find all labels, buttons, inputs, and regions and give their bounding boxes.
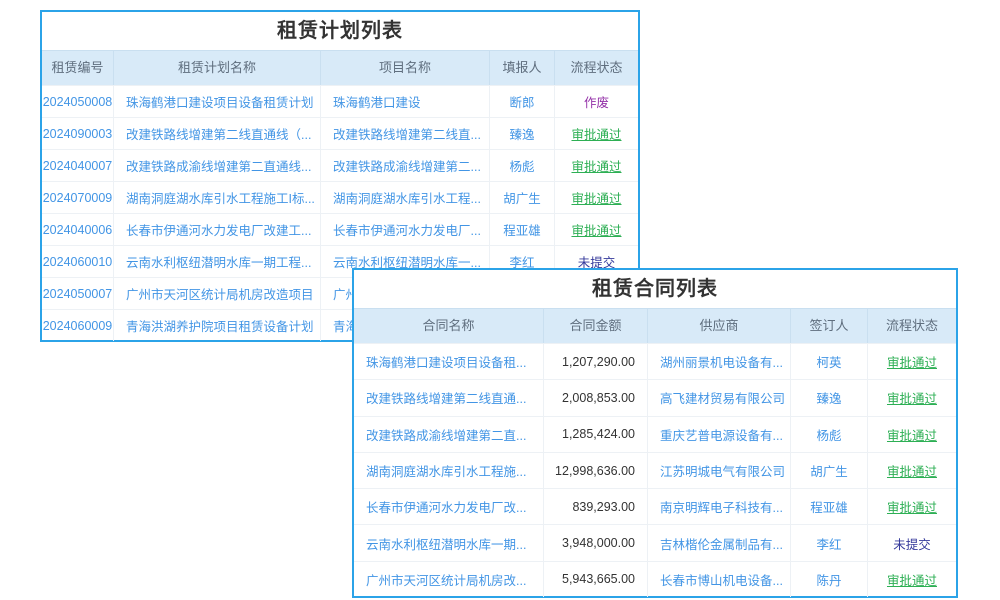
lease-id-link[interactable]: 2024050007 bbox=[42, 278, 114, 309]
contract-amount: 1,207,290.00 bbox=[544, 344, 648, 379]
contract-name-link[interactable]: 长春市伊通河水力发电厂改... bbox=[354, 489, 544, 524]
status-text[interactable]: 审批通过 bbox=[555, 118, 638, 149]
signer-name[interactable]: 陈丹 bbox=[791, 562, 868, 597]
contract-name-link[interactable]: 珠海鹤港口建设项目设备租... bbox=[354, 344, 544, 379]
lease-contract-table-body: 珠海鹤港口建设项目设备租...1,207,290.00湖州丽景机电设备有...柯… bbox=[354, 343, 956, 597]
column-header-plan-name: 租赁计划名称 bbox=[114, 51, 321, 85]
table-row: 长春市伊通河水力发电厂改...839,293.00南京明辉电子科技有...程亚雄… bbox=[354, 488, 956, 524]
lease-id-link[interactable]: 2024040006 bbox=[42, 214, 114, 245]
contract-name-link[interactable]: 改建铁路线增建第二线直通... bbox=[354, 380, 544, 415]
lease-id-link[interactable]: 2024070009 bbox=[42, 182, 114, 213]
reporter-name[interactable]: 臻逸 bbox=[490, 118, 555, 149]
page-background: 租赁计划列表 租赁编号 租赁计划名称 项目名称 填报人 流程状态 2024050… bbox=[0, 0, 1000, 600]
table-row: 广州市天河区统计局机房改...5,943,665.00长春市博山机电设备...陈… bbox=[354, 561, 956, 597]
status-text[interactable]: 作废 bbox=[555, 86, 638, 117]
lease-id-link[interactable]: 2024040007 bbox=[42, 150, 114, 181]
table-row: 珠海鹤港口建设项目设备租...1,207,290.00湖州丽景机电设备有...柯… bbox=[354, 343, 956, 379]
contract-amount: 2,008,853.00 bbox=[544, 380, 648, 415]
signer-name[interactable]: 柯英 bbox=[791, 344, 868, 379]
column-header-contract-amount: 合同金额 bbox=[544, 309, 648, 343]
contract-name-link[interactable]: 改建铁路成渝线增建第二直... bbox=[354, 417, 544, 452]
column-header-reporter: 填报人 bbox=[490, 51, 555, 85]
signer-name[interactable]: 臻逸 bbox=[791, 380, 868, 415]
contract-name-link[interactable]: 云南水利枢纽潜明水库一期... bbox=[354, 525, 544, 560]
plan-name-link[interactable]: 长春市伊通河水力发电厂改建工... bbox=[114, 214, 321, 245]
supplier-link[interactable]: 吉林楷伦金属制品有... bbox=[648, 525, 791, 560]
status-text[interactable]: 审批通过 bbox=[555, 150, 638, 181]
project-name-link[interactable]: 珠海鹤港口建设 bbox=[321, 86, 490, 117]
table-row: 2024040007改建铁路成渝线增建第二直通线...改建铁路成渝线增建第二..… bbox=[42, 149, 638, 181]
supplier-link[interactable]: 重庆艺普电源设备有... bbox=[648, 417, 791, 452]
plan-name-link[interactable]: 青海洪湖养护院项目租赁设备计划 bbox=[114, 310, 321, 341]
supplier-link[interactable]: 湖州丽景机电设备有... bbox=[648, 344, 791, 379]
plan-name-link[interactable]: 湖南洞庭湖水库引水工程施工I标... bbox=[114, 182, 321, 213]
lease-contract-panel-title: 租赁合同列表 bbox=[354, 270, 956, 308]
column-header-status: 流程状态 bbox=[555, 51, 638, 85]
lease-contract-table-header: 合同名称 合同金额 供应商 签订人 流程状态 bbox=[354, 308, 956, 343]
status-text[interactable]: 审批通过 bbox=[868, 380, 956, 415]
reporter-name[interactable]: 胡广生 bbox=[490, 182, 555, 213]
table-row: 2024090003改建铁路线增建第二线直通线（...改建铁路线增建第二线直..… bbox=[42, 117, 638, 149]
plan-name-link[interactable]: 云南水利枢纽潜明水库一期工程... bbox=[114, 246, 321, 277]
lease-id-link[interactable]: 2024050008 bbox=[42, 86, 114, 117]
signer-name[interactable]: 李红 bbox=[791, 525, 868, 560]
contract-name-link[interactable]: 湖南洞庭湖水库引水工程施... bbox=[354, 453, 544, 488]
supplier-link[interactable]: 江苏明城电气有限公司 bbox=[648, 453, 791, 488]
lease-id-link[interactable]: 2024060010 bbox=[42, 246, 114, 277]
status-text[interactable]: 审批通过 bbox=[555, 182, 638, 213]
contract-amount: 12,998,636.00 bbox=[544, 453, 648, 488]
column-header-lease-id: 租赁编号 bbox=[42, 51, 114, 85]
project-name-link[interactable]: 湖南洞庭湖水库引水工程... bbox=[321, 182, 490, 213]
lease-id-link[interactable]: 2024090003 bbox=[42, 118, 114, 149]
signer-name[interactable]: 程亚雄 bbox=[791, 489, 868, 524]
column-header-status: 流程状态 bbox=[868, 309, 956, 343]
status-text[interactable]: 审批通过 bbox=[555, 214, 638, 245]
table-row: 2024070009湖南洞庭湖水库引水工程施工I标...湖南洞庭湖水库引水工程.… bbox=[42, 181, 638, 213]
plan-name-link[interactable]: 改建铁路成渝线增建第二直通线... bbox=[114, 150, 321, 181]
project-name-link[interactable]: 改建铁路成渝线增建第二... bbox=[321, 150, 490, 181]
column-header-supplier: 供应商 bbox=[648, 309, 791, 343]
reporter-name[interactable]: 杨彪 bbox=[490, 150, 555, 181]
table-row: 改建铁路线增建第二线直通...2,008,853.00高飞建材贸易有限公司臻逸审… bbox=[354, 379, 956, 415]
reporter-name[interactable]: 断郎 bbox=[490, 86, 555, 117]
column-header-project-name: 项目名称 bbox=[321, 51, 490, 85]
lease-contract-panel: 租赁合同列表 合同名称 合同金额 供应商 签订人 流程状态 珠海鹤港口建设项目设… bbox=[352, 268, 958, 598]
contract-amount: 5,943,665.00 bbox=[544, 562, 648, 597]
table-row: 云南水利枢纽潜明水库一期...3,948,000.00吉林楷伦金属制品有...李… bbox=[354, 524, 956, 560]
reporter-name[interactable]: 程亚雄 bbox=[490, 214, 555, 245]
status-text[interactable]: 审批通过 bbox=[868, 489, 956, 524]
table-row: 湖南洞庭湖水库引水工程施...12,998,636.00江苏明城电气有限公司胡广… bbox=[354, 452, 956, 488]
contract-amount: 3,948,000.00 bbox=[544, 525, 648, 560]
signer-name[interactable]: 胡广生 bbox=[791, 453, 868, 488]
status-text[interactable]: 未提交 bbox=[868, 525, 956, 560]
supplier-link[interactable]: 高飞建材贸易有限公司 bbox=[648, 380, 791, 415]
contract-name-link[interactable]: 广州市天河区统计局机房改... bbox=[354, 562, 544, 597]
column-header-contract-name: 合同名称 bbox=[354, 309, 544, 343]
contract-amount: 839,293.00 bbox=[544, 489, 648, 524]
table-row: 2024050008珠海鹤港口建设项目设备租赁计划珠海鹤港口建设断郎作废 bbox=[42, 85, 638, 117]
table-row: 2024040006长春市伊通河水力发电厂改建工...长春市伊通河水力发电厂..… bbox=[42, 213, 638, 245]
column-header-signer: 签订人 bbox=[791, 309, 868, 343]
status-text[interactable]: 审批通过 bbox=[868, 417, 956, 452]
status-text[interactable]: 审批通过 bbox=[868, 344, 956, 379]
table-row: 改建铁路成渝线增建第二直...1,285,424.00重庆艺普电源设备有...杨… bbox=[354, 416, 956, 452]
contract-amount: 1,285,424.00 bbox=[544, 417, 648, 452]
lease-id-link[interactable]: 2024060009 bbox=[42, 310, 114, 341]
lease-plan-panel-title: 租赁计划列表 bbox=[42, 12, 638, 50]
status-text[interactable]: 审批通过 bbox=[868, 562, 956, 597]
project-name-link[interactable]: 长春市伊通河水力发电厂... bbox=[321, 214, 490, 245]
supplier-link[interactable]: 长春市博山机电设备... bbox=[648, 562, 791, 597]
lease-plan-table-header: 租赁编号 租赁计划名称 项目名称 填报人 流程状态 bbox=[42, 50, 638, 85]
plan-name-link[interactable]: 改建铁路线增建第二线直通线（... bbox=[114, 118, 321, 149]
supplier-link[interactable]: 南京明辉电子科技有... bbox=[648, 489, 791, 524]
project-name-link[interactable]: 改建铁路线增建第二线直... bbox=[321, 118, 490, 149]
status-text[interactable]: 审批通过 bbox=[868, 453, 956, 488]
plan-name-link[interactable]: 珠海鹤港口建设项目设备租赁计划 bbox=[114, 86, 321, 117]
plan-name-link[interactable]: 广州市天河区统计局机房改造项目 bbox=[114, 278, 321, 309]
signer-name[interactable]: 杨彪 bbox=[791, 417, 868, 452]
